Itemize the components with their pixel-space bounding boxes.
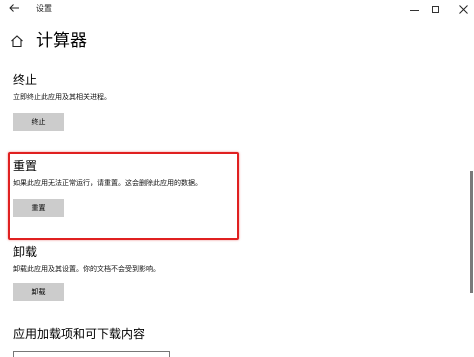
home-icon[interactable] [10,34,24,48]
close-button[interactable] [449,0,474,18]
minimize-icon [409,9,419,11]
addons-dropdown[interactable] [13,351,170,357]
terminate-section-title: 终止 [13,73,38,87]
terminate-description: 立即终止此应用及其相关进程。 [13,93,111,101]
page-header: 计算器 [10,29,87,53]
reset-highlight-box [8,152,239,240]
close-icon [458,4,468,14]
back-arrow-icon[interactable] [6,2,22,16]
uninstall-button[interactable]: 卸载 [13,283,64,301]
title-bar: 设置 [0,0,474,20]
addons-section-title: 应用加载项和可下载内容 [13,327,146,341]
reset-button[interactable]: 重置 [13,199,64,217]
settings-window: 设置 计算器 终止 立即终止此应用及其相关进程。 终止 重置 如果此应用无法正常… [0,0,474,357]
reset-description: 如果此应用无法正常运行，请重置。这会删除此应用的数据。 [13,179,202,187]
window-title: 设置 [36,4,52,13]
back-arrow-icon-svg [9,4,19,12]
terminate-button[interactable]: 终止 [13,113,64,131]
reset-section-title: 重置 [13,159,38,173]
page-title: 计算器 [36,31,87,51]
maximize-icon [431,5,439,13]
uninstall-section-title: 卸载 [13,245,38,259]
maximize-button[interactable] [421,0,449,18]
scrollbar-thumb[interactable] [470,171,473,293]
uninstall-description: 卸载此应用及其设置。你的文档不会受到影响。 [13,265,160,273]
